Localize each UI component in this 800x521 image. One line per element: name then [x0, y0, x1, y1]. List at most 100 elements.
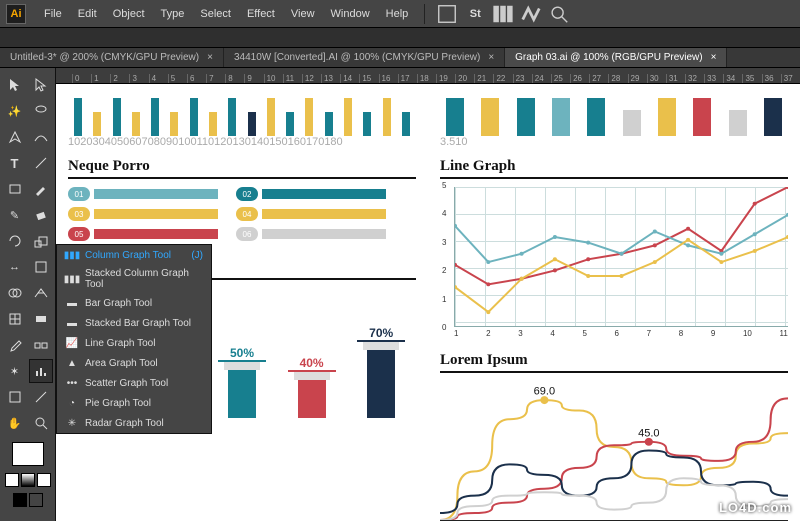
graph-tool-label: Stacked Bar Graph Tool — [85, 318, 191, 329]
width-tool[interactable]: ↔ — [3, 255, 27, 279]
doc-tab-1-label: Untitled-3* @ 200% (CMYK/GPU Preview) — [10, 52, 199, 63]
share-icon[interactable] — [436, 3, 458, 25]
graph-tool-label: Scatter Graph Tool — [85, 378, 168, 389]
section-line-graph: Line Graph — [440, 158, 788, 179]
watermark: LO4D.com — [699, 500, 792, 517]
globe-icon — [699, 501, 715, 517]
doc-tab-2[interactable]: 34410W [Converted].AI @ 100% (CMYK/GPU P… — [224, 48, 505, 67]
eraser-tool[interactable] — [29, 203, 53, 227]
gradient-tool[interactable] — [29, 307, 53, 331]
type-tool[interactable]: T — [3, 151, 27, 175]
line-graph-svg — [455, 187, 788, 326]
mesh-tool[interactable] — [3, 307, 27, 331]
graph-tool-flyout[interactable]: ▮▮▮Column Graph Tool(J)▮▮▮Stacked Column… — [56, 244, 212, 434]
top-left-barchart — [68, 88, 416, 136]
graph-tool-label: Column Graph Tool — [85, 250, 171, 261]
menu-select[interactable]: Select — [192, 8, 239, 20]
graph-tool-icon: 📈 — [65, 336, 79, 350]
stock-icon[interactable]: St — [464, 3, 486, 25]
graph-tool-radar-graph-tool[interactable]: ✳ Radar Graph Tool — [57, 413, 211, 433]
graph-tool-label: Area Graph Tool — [85, 358, 158, 369]
zoom-tool[interactable] — [29, 411, 53, 435]
graph-tool-icon: ••• — [65, 376, 79, 390]
scale-tool[interactable] — [29, 229, 53, 253]
shape-builder-tool[interactable] — [3, 281, 27, 305]
watermark-text: LO4D.com — [719, 500, 792, 515]
graph-tool-bar-graph-tool[interactable]: ▬Bar Graph Tool — [57, 293, 211, 313]
close-icon[interactable]: × — [207, 52, 213, 63]
hand-tool[interactable]: ✋ — [3, 411, 27, 435]
slice-tool[interactable] — [29, 385, 53, 409]
line-graph — [454, 187, 788, 327]
screen-mode-icon[interactable] — [29, 493, 43, 507]
none-mode-icon[interactable] — [37, 473, 51, 487]
menu-window[interactable]: Window — [323, 8, 378, 20]
doc-tab-3-label: Graph 03.ai @ 100% (RGB/GPU Preview) — [515, 52, 702, 63]
menu-file[interactable]: File — [36, 8, 70, 20]
graph-tool-label: Stacked Column Graph Tool — [85, 268, 203, 290]
artboard-tool[interactable] — [3, 385, 27, 409]
curvature-tool[interactable] — [29, 125, 53, 149]
close-icon[interactable]: × — [711, 52, 717, 63]
menu-object[interactable]: Object — [105, 8, 153, 20]
graph-tool-label: Radar Graph Tool — [85, 418, 164, 429]
line-tool[interactable] — [29, 151, 53, 175]
search-icon[interactable] — [548, 3, 570, 25]
symbol-sprayer-tool[interactable]: ✶ — [3, 359, 27, 383]
menu-edit[interactable]: Edit — [70, 8, 105, 20]
publish-icon[interactable] — [520, 3, 542, 25]
arrange-icon[interactable] — [492, 3, 514, 25]
magic-wand-tool[interactable]: ✨ — [3, 99, 27, 123]
graph-tool-icon: ▮▮▮ — [65, 248, 79, 262]
perspective-grid-tool[interactable] — [29, 281, 53, 305]
blend-tool[interactable] — [29, 333, 53, 357]
document-tabbar: Untitled-3* @ 200% (CMYK/GPU Preview) × 3… — [0, 48, 800, 68]
doc-tab-1[interactable]: Untitled-3* @ 200% (CMYK/GPU Preview) × — [0, 48, 224, 67]
gradient-mode-icon[interactable] — [21, 473, 35, 487]
menu-help[interactable]: Help — [378, 8, 417, 20]
lasso-tool[interactable] — [29, 99, 53, 123]
free-transform-tool[interactable] — [29, 255, 53, 279]
shaper-tool[interactable]: ✎ — [3, 203, 27, 227]
graph-tool-stacked-bar-graph-tool[interactable]: ▬ Stacked Bar Graph Tool — [57, 313, 211, 333]
options-bar — [0, 28, 800, 48]
section-lorem-ipsum: Lorem Ipsum — [440, 352, 788, 373]
pen-tool[interactable] — [3, 125, 27, 149]
rectangle-tool[interactable] — [3, 177, 27, 201]
graph-tool-icon: ▬ — [65, 316, 79, 330]
fill-swatch[interactable] — [12, 442, 44, 466]
top-right-barchart — [440, 88, 788, 136]
line-graph-yticks: 012345 — [442, 181, 446, 332]
menu-effect[interactable]: Effect — [239, 8, 283, 20]
menubar-divider — [424, 4, 425, 24]
graph-tool-column-graph-tool[interactable]: ▮▮▮Column Graph Tool(J) — [57, 245, 211, 265]
direct-selection-tool[interactable] — [29, 73, 53, 97]
fill-stroke-swatches[interactable] — [4, 442, 52, 508]
graph-tool-scatter-graph-tool[interactable]: ••• Scatter Graph Tool — [57, 373, 211, 393]
graph-tool-icon: ▬ — [65, 296, 79, 310]
artboard-right-column: 3.510 Line Graph 012345 1234567891011 Lo… — [440, 88, 788, 521]
menu-type[interactable]: Type — [153, 8, 193, 20]
ruler-horizontal: 0123456789101112131415161718192021222324… — [56, 68, 800, 84]
column-graph-tool[interactable] — [29, 359, 53, 383]
graph-tool-line-graph-tool[interactable]: 📈 Line Graph Tool — [57, 333, 211, 353]
neque-porro-items: 010203040506 — [68, 187, 416, 241]
swap-swatch-icon[interactable] — [13, 493, 27, 507]
graph-tool-icon: ◔ — [65, 396, 79, 410]
rotate-tool[interactable] — [3, 229, 27, 253]
menu-view[interactable]: View — [283, 8, 323, 20]
graph-tool-icon: ✳ — [65, 416, 79, 430]
eyedropper-tool[interactable] — [3, 333, 27, 357]
selection-tool[interactable] — [3, 73, 27, 97]
tool-palette: ✨ T ✎ ↔ ✶ ✋ — [0, 68, 56, 521]
doc-tab-3[interactable]: Graph 03.ai @ 100% (RGB/GPU Preview) × — [505, 48, 727, 67]
graph-tool-pie-graph-tool[interactable]: ◔Pie Graph Tool — [57, 393, 211, 413]
graph-tool-area-graph-tool[interactable]: ▲Area Graph Tool — [57, 353, 211, 373]
doc-tab-2-label: 34410W [Converted].AI @ 100% (CMYK/GPU P… — [234, 52, 480, 63]
color-mode-icon[interactable] — [5, 473, 19, 487]
graph-tool-label: Line Graph Tool — [85, 338, 155, 349]
close-icon[interactable]: × — [488, 52, 494, 63]
app-logo: Ai — [6, 4, 26, 24]
graph-tool-stacked-column-graph-tool[interactable]: ▮▮▮Stacked Column Graph Tool — [57, 265, 211, 293]
paintbrush-tool[interactable] — [29, 177, 53, 201]
